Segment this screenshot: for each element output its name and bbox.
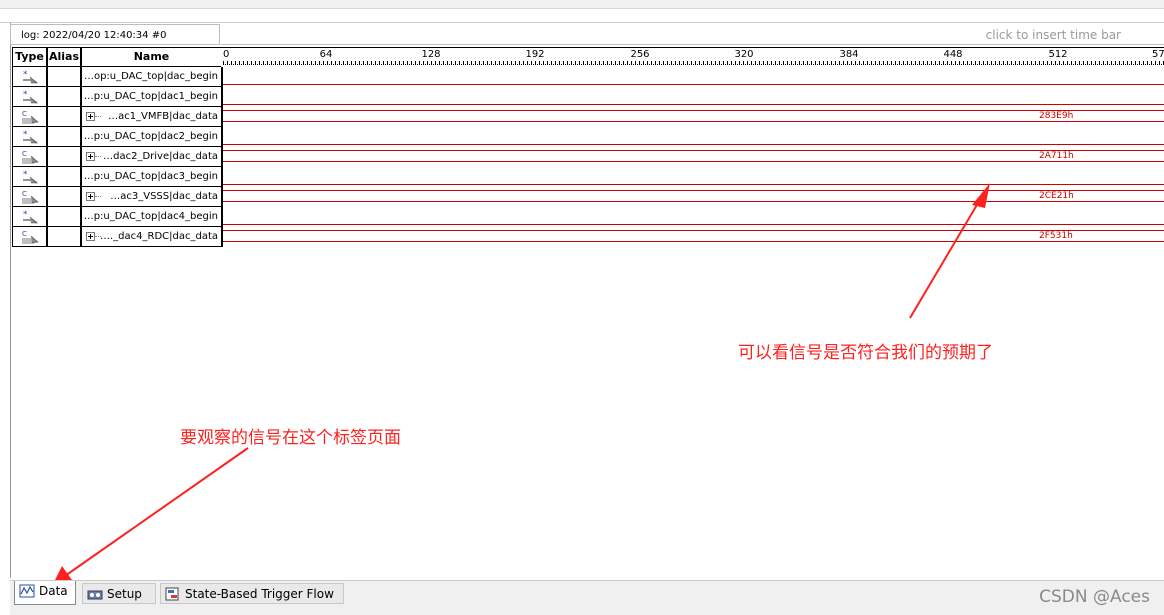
- tab-data[interactable]: Data: [14, 581, 76, 605]
- tab-setup[interactable]: Setup: [82, 583, 156, 604]
- tab-label: Data: [39, 584, 68, 598]
- annotation-tab-note: 要观察的信号在这个标签页面: [180, 428, 401, 448]
- annotation-arrow-line-1: [909, 197, 982, 319]
- annotation-signals-note: 可以看信号是否符合我们的预期了: [738, 343, 993, 363]
- data-icon: [19, 584, 35, 598]
- bottom-tab-bar: Data Setup State-Based Trigger Flow: [10, 580, 1164, 615]
- tab-label: Setup: [107, 587, 142, 601]
- tab-label: State-Based Trigger Flow: [185, 587, 334, 601]
- annotation-arrow-line-2: [61, 447, 249, 579]
- annotation-arrows: [52, 183, 990, 586]
- annotation-arrow-head-1: [972, 183, 990, 208]
- setup-icon: [87, 590, 103, 600]
- watermark: CSDN @Aces: [1039, 587, 1150, 607]
- trigger-flow-icon: [165, 587, 179, 601]
- tab-state-based-trigger-flow[interactable]: State-Based Trigger Flow: [160, 583, 344, 604]
